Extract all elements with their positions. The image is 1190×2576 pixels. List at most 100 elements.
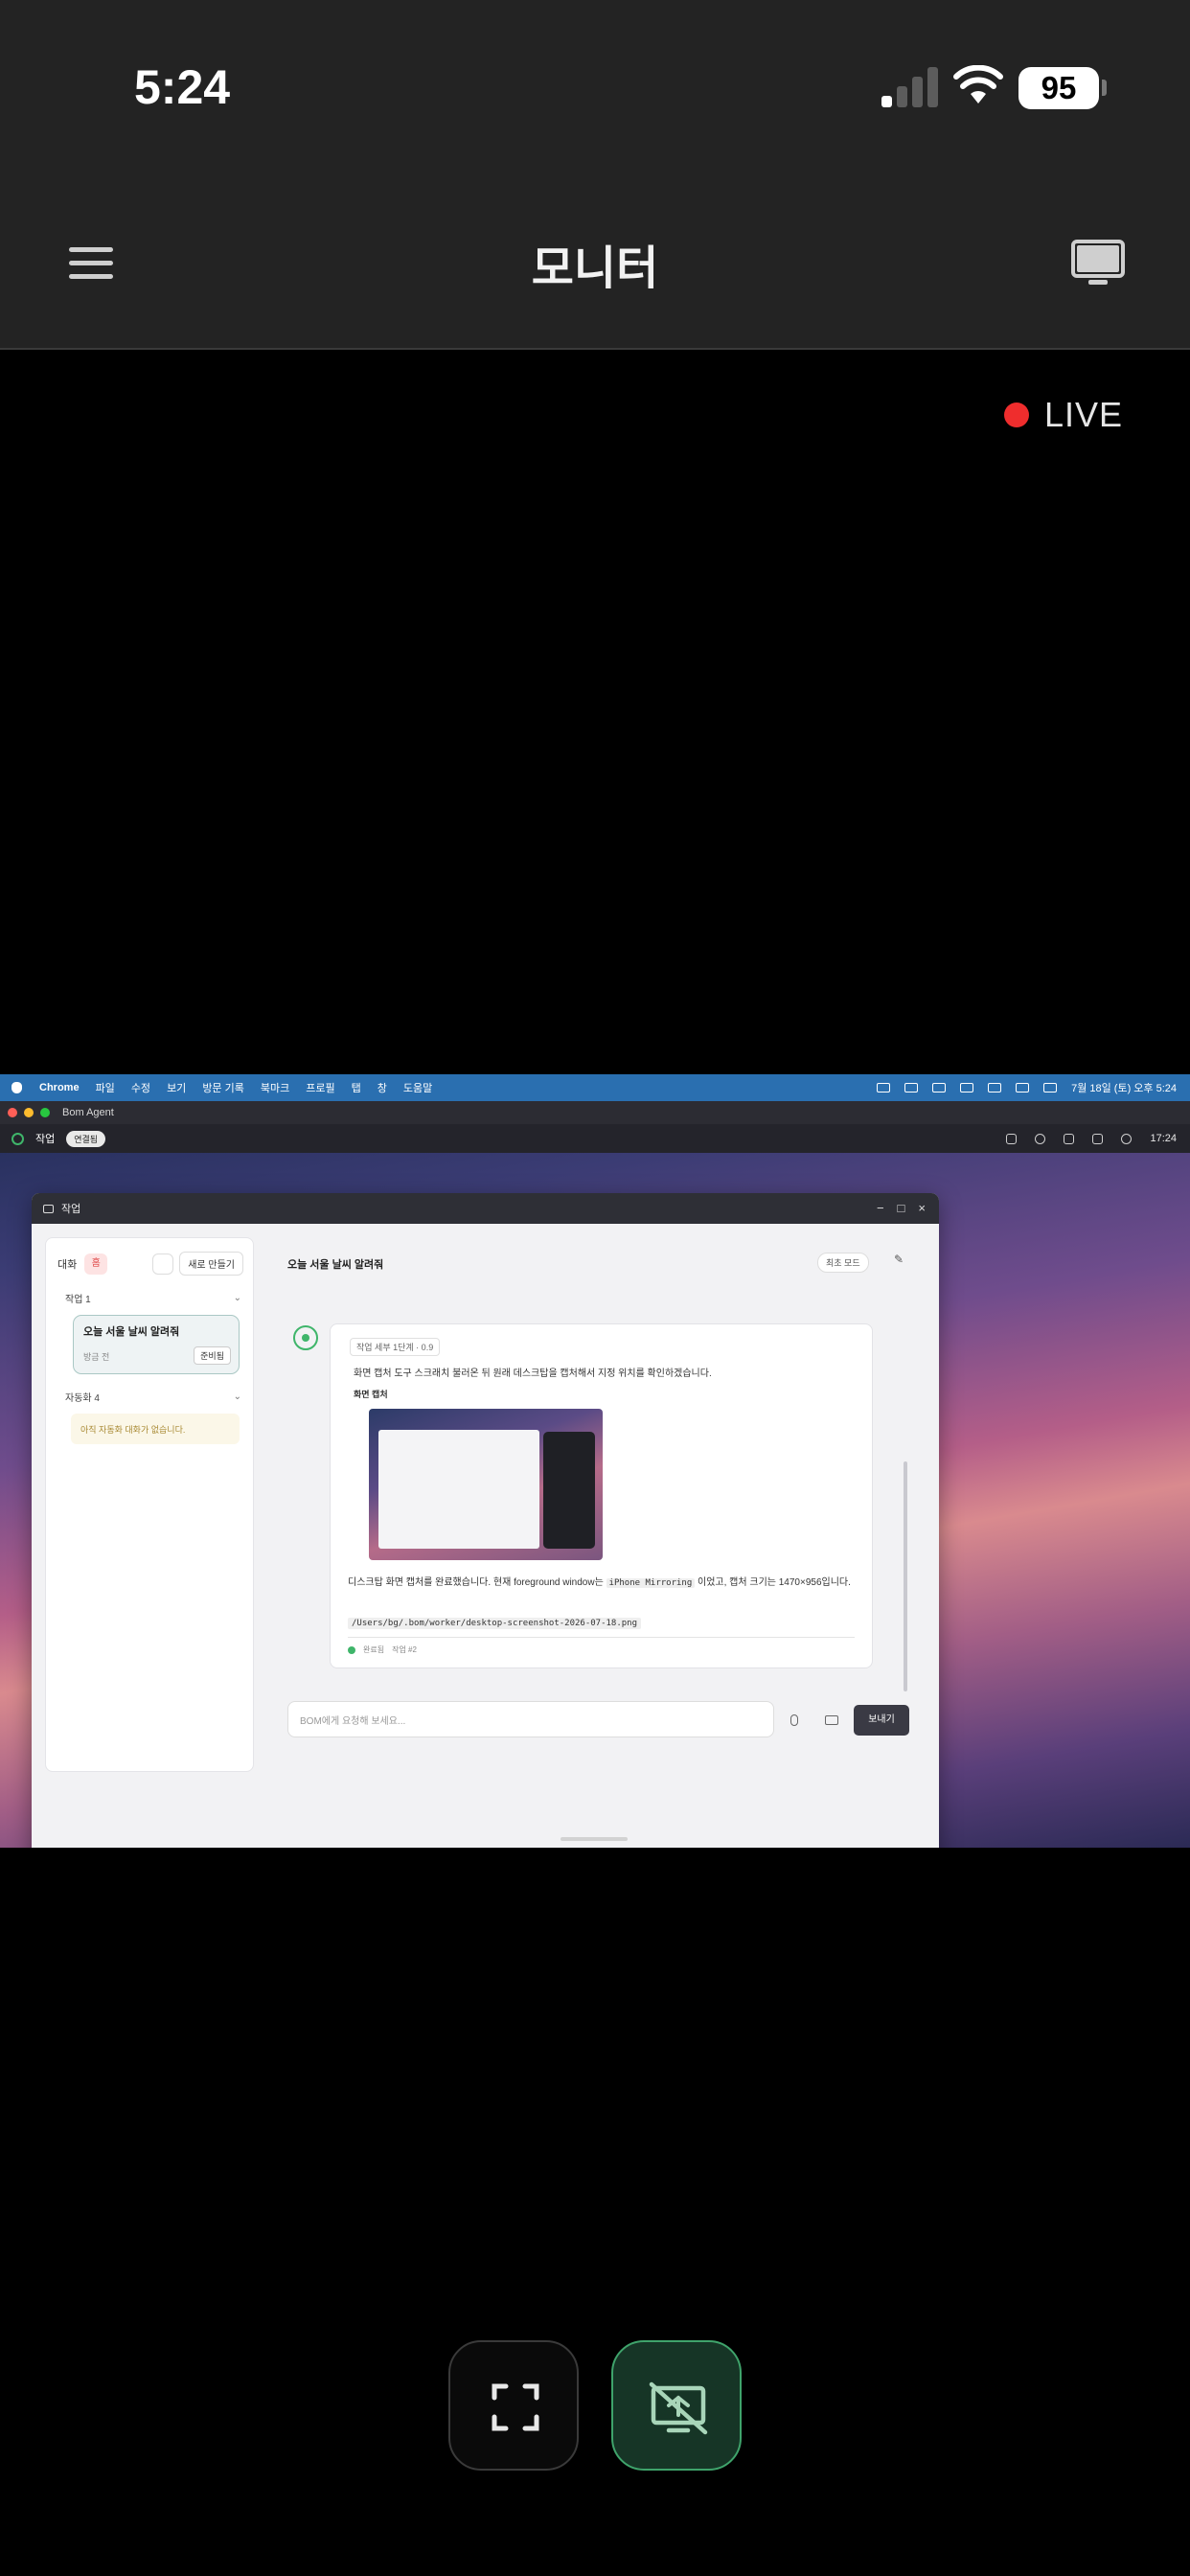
automation-section-label: 자동화 4 — [65, 1393, 100, 1404]
live-label: LIVE — [1043, 395, 1123, 434]
screen-share-off-icon — [649, 2381, 708, 2435]
message-text: 디스크탑 화면 캡처를 완료했습니다. 현재 foreground window… — [348, 1576, 856, 1591]
monitor-icon[interactable] — [1071, 240, 1125, 288]
sidebar: 대화 홈 새로 만들기 작업 1 ⌄ 오늘 서울 날씨 알려줘 방금 전 준비됨… — [45, 1237, 254, 1772]
window-titlebar: 작업 − □ × — [32, 1193, 939, 1224]
maximize-icon[interactable] — [40, 1108, 50, 1117]
thumbnail-window — [378, 1430, 539, 1549]
app-header: 5:24 95 모니터 — [0, 0, 1190, 350]
inline-code: iPhone Mirroring — [606, 1578, 696, 1588]
menubar-status-area: 7월 18일 (토) 오후 5:24 — [877, 1074, 1177, 1101]
folder-icon[interactable] — [825, 1715, 838, 1725]
notification-icon[interactable] — [1006, 1133, 1018, 1144]
menubar-item: 탭 — [351, 1083, 361, 1094]
task-card[interactable]: 오늘 서울 날씨 알려줘 방금 전 준비됨 — [73, 1315, 240, 1374]
message-text: 화면 캡처 도구 스크래치 불러온 뒤 원래 데스크탑을 캡처해서 지정 위치를… — [354, 1368, 712, 1379]
tool-call-label[interactable]: 화면 캡처 — [354, 1388, 388, 1400]
logout-icon[interactable] — [1092, 1133, 1104, 1144]
footer-steps: 작업 #2 — [392, 1645, 417, 1654]
window-title: 작업 — [61, 1204, 81, 1215]
connection-status-badge: 연결됨 — [66, 1130, 106, 1147]
tasks-section-label: 작업 1 — [65, 1295, 91, 1305]
menubar-extra-icon — [932, 1083, 947, 1092]
wifi-icon — [960, 1083, 974, 1092]
wifi-icon — [953, 65, 1003, 104]
menubar-item: 북마크 — [260, 1083, 290, 1094]
window-controls: − □ × — [877, 1201, 926, 1215]
screen-share-toggle-button[interactable] — [611, 2340, 742, 2471]
send-button[interactable]: 보내기 — [854, 1705, 909, 1736]
video-icon[interactable] — [152, 1253, 174, 1275]
chat-input[interactable]: BOM에게 요청해 보세요... — [287, 1701, 774, 1737]
automation-section-header[interactable]: 자동화 4 ⌄ — [46, 1374, 253, 1404]
folder-icon[interactable] — [1064, 1133, 1075, 1144]
fullscreen-button[interactable] — [448, 2340, 579, 2471]
task-status-badge: 준비됨 — [194, 1346, 231, 1365]
agent-message-card: 작업 세부 1단계 · 0.9 화면 캡처 도구 스크래치 불러온 뒤 원래 데… — [330, 1323, 873, 1668]
chevron-down-icon: ⌄ — [233, 1293, 241, 1303]
toolbar-time: 17:24 — [1150, 1133, 1177, 1144]
tab-conversation[interactable]: 대화 — [57, 1256, 77, 1272]
search-icon — [1016, 1083, 1030, 1092]
thumbnail-phone — [543, 1432, 595, 1549]
record-icon[interactable] — [1035, 1133, 1046, 1144]
message-footer: 완료됨 작업 #2 — [348, 1644, 417, 1655]
fullscreen-icon — [492, 2383, 539, 2431]
maximize-icon[interactable]: □ — [898, 1201, 905, 1215]
menubar-extra-icon — [904, 1083, 919, 1092]
window-icon — [43, 1204, 54, 1213]
edit-icon[interactable]: ✎ — [894, 1253, 904, 1266]
control-center-icon — [1043, 1083, 1058, 1092]
agent-avatar — [293, 1325, 318, 1350]
status-time: 5:24 — [134, 60, 231, 114]
bom-logo-icon — [11, 1132, 24, 1145]
new-task-button[interactable]: 새로 만들기 — [179, 1252, 243, 1276]
page-title: 모니터 — [531, 243, 659, 294]
automation-empty-notice: 아직 자동화 대화가 없습니다. — [71, 1414, 240, 1444]
divider — [348, 1637, 855, 1638]
mode-button[interactable]: 최초 모드 — [817, 1253, 869, 1273]
task-title: 오늘 서울 날씨 알려줘 — [83, 1326, 180, 1338]
apple-icon — [11, 1082, 22, 1093]
battery-icon — [988, 1083, 1002, 1092]
app-toolbar: 작업 연결됨 17:24 — [0, 1124, 1190, 1153]
sidebar-header: 대화 홈 새로 만들기 — [46, 1238, 253, 1276]
step-summary[interactable]: 작업 세부 1단계 · 0.9 — [350, 1338, 441, 1356]
footer-status: 완료됨 — [363, 1645, 385, 1654]
menubar-extra-icon — [877, 1083, 891, 1092]
toolbar-actions: 17:24 — [1006, 1124, 1177, 1153]
cellular-signal-icon — [881, 67, 939, 107]
minimize-icon[interactable]: − — [877, 1201, 884, 1215]
attach-icon[interactable] — [790, 1714, 798, 1726]
menubar-item: 창 — [377, 1083, 387, 1094]
mac-menubar: Chrome 파일 수정 보기 방문 기록 북마크 프로필 탭 창 도움말 7월… — [0, 1074, 1190, 1101]
file-path: /Users/bg/.bom/worker/desktop-screenshot… — [348, 1618, 642, 1629]
home-indicator — [561, 1837, 628, 1841]
minimize-icon[interactable] — [24, 1108, 34, 1117]
menubar-app-name: Chrome — [39, 1082, 80, 1093]
close-icon[interactable] — [8, 1108, 17, 1117]
chat-scrollbar[interactable] — [904, 1461, 907, 1691]
live-dot — [1003, 402, 1029, 427]
battery-indicator: 95 — [1018, 67, 1099, 109]
status-dot-icon — [348, 1645, 355, 1654]
menubar-item: 보기 — [167, 1083, 187, 1094]
tasks-section-header[interactable]: 작업 1 ⌄ — [46, 1276, 253, 1305]
message-text-part: 이었고, 캡처 크기는 1470×956입니다. — [695, 1577, 851, 1588]
menubar-item: 방문 기록 — [202, 1083, 244, 1094]
menubar-item: 도움말 — [402, 1083, 433, 1094]
remote-screen-stream[interactable]: Chrome 파일 수정 보기 방문 기록 북마크 프로필 탭 창 도움말 7월… — [0, 1074, 1190, 1848]
home-chip[interactable]: 홈 — [84, 1253, 108, 1275]
app-title: Bom Agent — [62, 1107, 114, 1118]
menubar-item: 수정 — [130, 1083, 151, 1094]
screenshot-thumbnail[interactable] — [369, 1409, 603, 1560]
menubar-item: 파일 — [95, 1083, 115, 1094]
live-indicator: LIVE — [1003, 395, 1123, 435]
chat-title: 오늘 서울 날씨 알려줘 — [287, 1259, 384, 1271]
chevron-down-icon: ⌄ — [233, 1392, 241, 1402]
toolbar-label: 작업 — [35, 1134, 56, 1145]
message-text-part: 디스크탑 화면 캡처를 완료했습니다. 현재 foreground window… — [348, 1577, 606, 1588]
menubar-item: 프로필 — [306, 1083, 335, 1094]
power-icon[interactable] — [1121, 1133, 1133, 1144]
close-icon[interactable]: × — [918, 1201, 926, 1215]
